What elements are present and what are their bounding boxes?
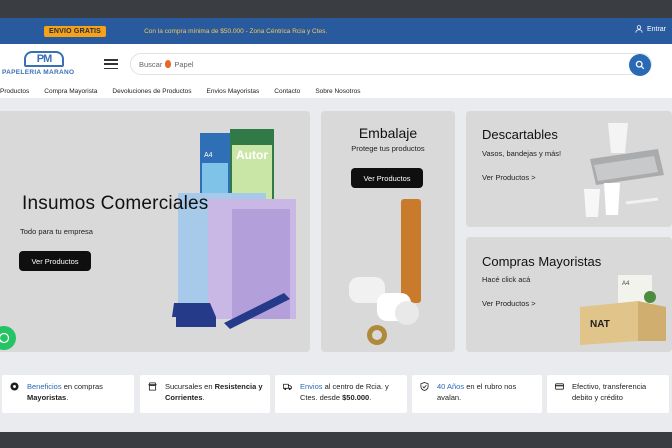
store-icon bbox=[148, 382, 157, 391]
disposables-image bbox=[584, 123, 664, 217]
nav-item-envios-mayoristas[interactable]: Envios Mayoristas bbox=[207, 88, 260, 95]
login-label: Entrar bbox=[646, 25, 666, 33]
wholesale-paper-image: A4 NAT bbox=[580, 275, 666, 345]
flame-icon bbox=[165, 60, 172, 68]
card-compras-mayoristas[interactable]: Compras Mayoristas Hacé click acá Ver Pr… bbox=[466, 237, 672, 352]
descartables-view-products-link[interactable]: Ver Productos > bbox=[482, 173, 536, 182]
hamburger-menu-icon[interactable] bbox=[104, 59, 118, 69]
search-button[interactable] bbox=[629, 54, 651, 76]
search-input[interactable]: Buscar Papel bbox=[130, 53, 652, 76]
feature-mayoristas: Beneficios en compras Mayoristas. bbox=[2, 375, 134, 413]
search-placeholder-term: Papel bbox=[174, 59, 194, 69]
office-supplies-image: Autor A4 bbox=[172, 129, 296, 329]
packaging-image bbox=[349, 199, 421, 345]
feature-40-anos: 40 Años en el rubro nos avalan. bbox=[412, 375, 542, 413]
logo[interactable]: PM PAPELERIA MARANO bbox=[2, 49, 86, 79]
search-icon bbox=[635, 60, 645, 70]
insumos-subtitle: Todo para tu empresa bbox=[20, 227, 93, 236]
login-link[interactable]: Entrar bbox=[635, 25, 666, 33]
nav-item-contacto[interactable]: Contacto bbox=[274, 88, 300, 95]
card-insumos-comerciales[interactable]: Autor A4 Insumos Comerciales Todo para t… bbox=[0, 111, 310, 352]
site-header: PM PAPELERIA MARANO Buscar Papel bbox=[0, 44, 672, 84]
insumos-view-products-button[interactable]: Ver Productos bbox=[19, 251, 91, 271]
feature-pagos: Efectivo, transferencia debito y crédito bbox=[547, 375, 669, 413]
search-placeholder-prefix: Buscar bbox=[139, 59, 163, 69]
user-icon bbox=[635, 25, 643, 33]
features-bar: Beneficios en compras Mayoristas. Sucurs… bbox=[0, 372, 672, 418]
mayoristas-title: Compras Mayoristas bbox=[482, 254, 602, 269]
whatsapp-icon bbox=[0, 332, 10, 344]
nav-item-compra-mayorista[interactable]: Compra Mayorista bbox=[44, 88, 97, 95]
mayoristas-box-size: A4 bbox=[622, 281, 630, 287]
card-descartables[interactable]: Descartables Vasos, bandejas y más! Ver … bbox=[466, 111, 672, 227]
shield-check-icon bbox=[420, 382, 429, 391]
paper-box-size: A4 bbox=[204, 152, 213, 159]
nav-item-devoluciones[interactable]: Devoluciones de Productos bbox=[112, 88, 191, 95]
card-embalaje[interactable]: Embalaje Protege tus productos Ver Produ… bbox=[321, 111, 455, 352]
nav-item-sobre-nosotros[interactable]: Sobre Nosotros bbox=[315, 88, 360, 95]
embalaje-view-products-button[interactable]: Ver Productos bbox=[351, 168, 423, 188]
descartables-title: Descartables bbox=[482, 127, 558, 142]
browser-top-band bbox=[0, 0, 672, 18]
feature-sucursales: Sucursales en Resistencia y Corrientes. bbox=[140, 375, 270, 413]
logo-mark: PM bbox=[24, 51, 64, 67]
nav-item-productos[interactable]: Productos bbox=[0, 88, 29, 95]
embalaje-title: Embalaje bbox=[358, 125, 418, 141]
browser-bottom-band bbox=[0, 432, 672, 448]
mayoristas-view-products-link[interactable]: Ver Productos > bbox=[482, 299, 536, 308]
promo-message: Con la compra mínima de $50.000 - Zona C… bbox=[144, 27, 328, 35]
descartables-subtitle: Vasos, bandejas y más! bbox=[482, 149, 562, 158]
mayoristas-subtitle: Hacé click acá bbox=[482, 275, 531, 284]
credit-card-icon bbox=[555, 383, 564, 390]
logo-name: PAPELERIA MARANO bbox=[2, 69, 75, 76]
promo-bar: ENVIO GRATIS Con la compra mínima de $50… bbox=[0, 18, 672, 44]
mayoristas-box-brand: NAT bbox=[590, 319, 610, 330]
insumos-title: Insumos Comerciales bbox=[22, 193, 209, 214]
feature-envios: Envios al centro de Rcia. y Ctes. desde … bbox=[275, 375, 407, 413]
free-shipping-badge: ENVIO GRATIS bbox=[44, 25, 107, 37]
search-placeholder: Buscar Papel bbox=[139, 60, 194, 69]
main-nav: Productos Compra Mayorista Devoluciones … bbox=[0, 84, 672, 98]
badge-icon bbox=[10, 382, 19, 391]
embalaje-subtitle: Protege tus productos bbox=[351, 144, 425, 153]
truck-icon bbox=[283, 383, 292, 391]
paper-box-brand: Autor bbox=[236, 148, 268, 162]
